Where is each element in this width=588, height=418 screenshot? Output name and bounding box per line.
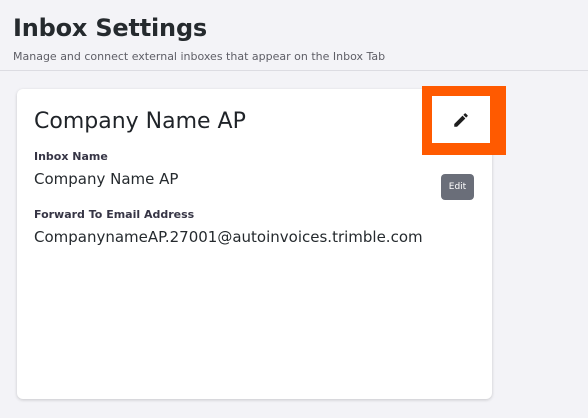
page-title: Inbox Settings [13,14,208,42]
pencil-icon [454,112,468,127]
edit-highlight [422,86,506,155]
inbox-name-value: Company Name AP [34,170,179,188]
forward-email-label: Forward To Email Address [34,208,195,221]
forward-email-value: CompanynameAP.27001@autoinvoices.trimble… [34,228,423,246]
header-divider [0,70,588,71]
edit-button[interactable]: Edit [441,174,474,200]
inbox-card: Company Name AP Inbox Name Company Name … [17,89,492,399]
inbox-name-label: Inbox Name [34,150,108,163]
page-subtitle: Manage and connect external inboxes that… [13,50,386,63]
edit-icon-button[interactable] [432,96,490,143]
card-title: Company Name AP [34,109,246,134]
